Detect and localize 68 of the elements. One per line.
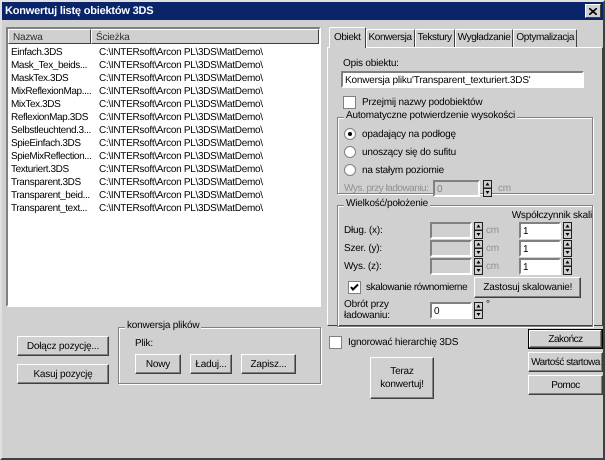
file-name[interactable]: ReflexionMap.3DS — [11, 111, 99, 124]
file-path: C:\INTERsoft\Arcon PL\3DS\MatDemo\ — [99, 124, 263, 137]
column-header[interactable]: Ścieżka — [91, 29, 319, 44]
file-button[interactable]: Ładuj... — [190, 354, 232, 374]
convert-button[interactable]: Teraz konwertuj! — [370, 357, 434, 399]
description-field[interactable]: Konwersja pliku'Transparent_texturiert.3DS' — [341, 71, 584, 88]
radio-label[interactable]: opadający na podłogę — [362, 128, 456, 140]
list-button[interactable]: Dołącz pozycję... — [17, 336, 109, 356]
file-name[interactable]: Transparent_text... — [11, 202, 99, 215]
file-name[interactable]: Texturiert.3DS — [11, 163, 99, 176]
checkbox-label[interactable]: Ignorować hierarchię 3DS — [348, 337, 458, 348]
field-label: Obrót przy ładowaniu: — [344, 299, 391, 321]
group-title: konwersja plików — [125, 320, 202, 331]
file-path: C:\INTERsoft\Arcon PL\3DS\MatDemo\ — [99, 59, 263, 72]
file-label: Plik: — [135, 338, 154, 349]
tab[interactable]: Wygładzanie — [454, 29, 514, 47]
file-name[interactable]: Mask_Tex_beids... — [11, 59, 99, 72]
file-button[interactable]: Nowy — [135, 354, 181, 374]
field-label: Dług. (x): — [344, 224, 384, 236]
unit-label: cm — [498, 183, 511, 194]
column-header[interactable]: Nazwa — [8, 29, 91, 44]
tab[interactable]: Optymalizacja — [513, 29, 578, 47]
file-path: C:\INTERsoft\Arcon PL\3DS\MatDemo\ — [99, 150, 263, 163]
apply-scaling-button[interactable]: Zastosuj skalowanie! — [474, 277, 582, 298]
file-path: C:\INTERsoft\Arcon PL\3DS\MatDemo\ — [99, 98, 263, 111]
tab[interactable]: Konwersja — [366, 29, 415, 47]
field-label: Szer. (y): — [344, 242, 384, 254]
dialog-button[interactable]: Wartość startowa — [528, 352, 603, 372]
field-label: Wys. przy ładowaniu: — [344, 183, 430, 194]
file-path: C:\INTERsoft\Arcon PL\3DS\MatDemo\ — [99, 111, 263, 124]
group-title: Automatyczne potwierdzenie wysokości — [344, 110, 517, 121]
file-name[interactable]: Einfach.3DS — [11, 46, 99, 59]
dialog-button[interactable]: Zakończ — [528, 329, 603, 349]
file-name[interactable]: Selbstleuchtend.3... — [11, 124, 99, 137]
checkbox-label[interactable]: Przejmij nazwy podobiektów — [362, 97, 482, 108]
column-label: Współczynnik skali — [510, 210, 592, 221]
file-path: C:\INTERsoft\Arcon PL\3DS\MatDemo\ — [99, 137, 263, 150]
unit-label: cm — [486, 224, 500, 236]
file-name[interactable]: MixReflexionMap.... — [11, 85, 99, 98]
file-name[interactable]: MaskTex.3DS — [11, 72, 99, 85]
tab[interactable]: Tekstury — [414, 29, 455, 47]
file-name[interactable]: Transparent_beid... — [11, 189, 99, 202]
radio-label[interactable]: unoszący się do sufitu — [362, 146, 456, 158]
rotation-field[interactable]: 0 — [430, 302, 472, 318]
file-path: C:\INTERsoft\Arcon PL\3DS\MatDemo\ — [99, 72, 263, 85]
file-path: C:\INTERsoft\Arcon PL\3DS\MatDemo\ — [99, 163, 263, 176]
file-path: C:\INTERsoft\Arcon PL\3DS\MatDemo\ — [99, 46, 263, 59]
window-title: Konwertuj listę obiektów 3DS — [5, 5, 154, 17]
unit-label: cm — [486, 260, 500, 272]
file-name[interactable]: SpieEinfach.3DS — [11, 137, 99, 150]
file-path: C:\INTERsoft\Arcon PL\3DS\MatDemo\ — [99, 189, 263, 202]
field-label: Opis obiektu: — [343, 58, 400, 69]
file-name[interactable]: Transparent.3DS — [11, 176, 99, 189]
field-label: Wys. (z): — [344, 260, 383, 272]
file-name[interactable]: MixTex.3DS — [11, 98, 99, 111]
file-path: C:\INTERsoft\Arcon PL\3DS\MatDemo\ — [99, 176, 263, 189]
group-title: Wielkość/położenie — [344, 198, 430, 209]
checkbox-label[interactable]: skalowanie równomierne — [366, 282, 468, 293]
list-button[interactable]: Kasuj pozycję — [17, 364, 109, 384]
dialog-button[interactable]: Pomoc — [528, 375, 603, 395]
unit-label: cm — [486, 242, 500, 254]
unit-label: ° — [486, 299, 490, 310]
file-path: C:\INTERsoft\Arcon PL\3DS\MatDemo\ — [99, 202, 263, 215]
radio-label[interactable]: na stałym poziomie — [362, 164, 444, 176]
file-button[interactable]: Zapisz... — [241, 354, 296, 374]
file-name[interactable]: SpieMixReflection... — [11, 150, 99, 163]
tab[interactable]: Obiekt — [329, 27, 366, 48]
file-path: C:\INTERsoft\Arcon PL\3DS\MatDemo\ — [99, 85, 263, 98]
